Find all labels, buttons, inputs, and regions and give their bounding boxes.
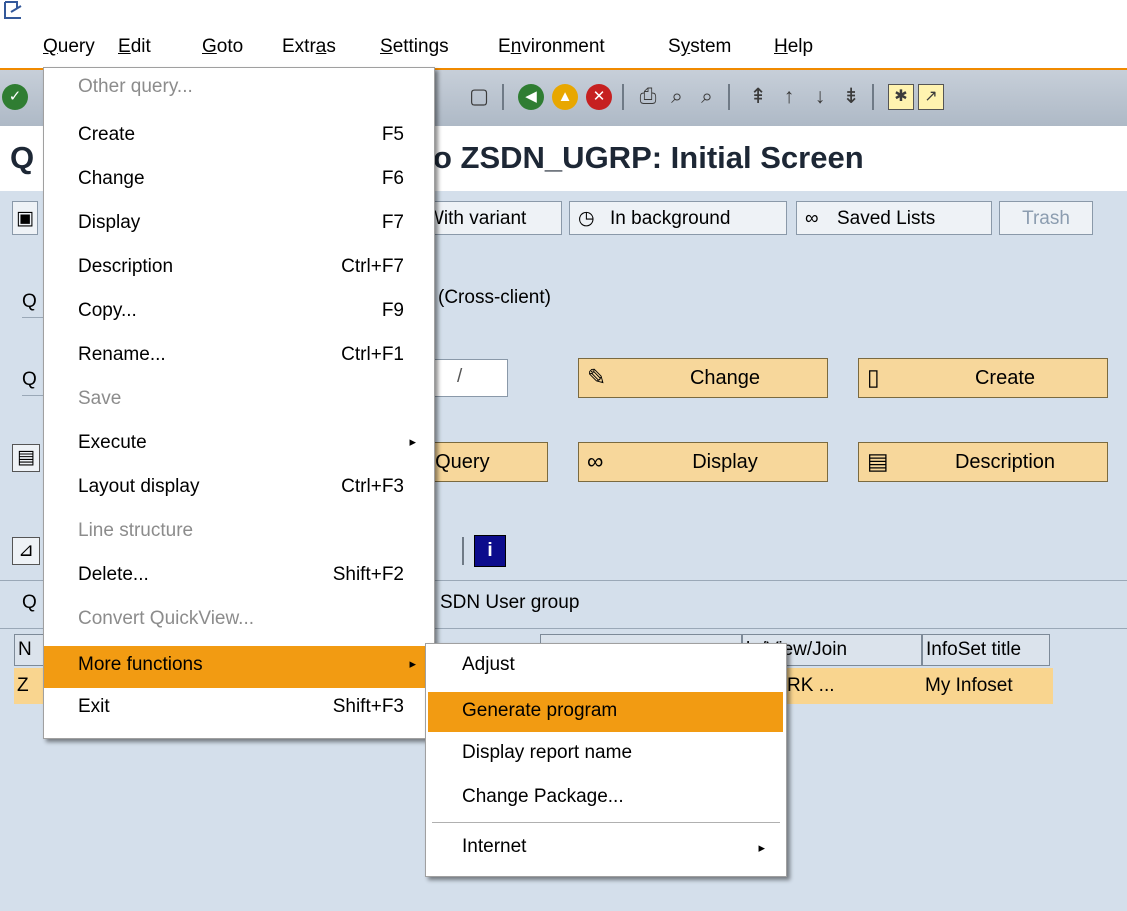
create-button[interactable]: ▯ Create: [858, 358, 1108, 398]
next-page-icon[interactable]: ↓: [807, 84, 833, 110]
menu-bar: Query Edit Goto Extras Settings Environm…: [0, 28, 1127, 65]
menu-item-more-functions[interactable]: More functions ▸: [44, 646, 434, 688]
query-menu-dropdown: Other query... Create F5 Change F6 Displ…: [43, 67, 435, 739]
submenu-item-adjust[interactable]: Adjust: [428, 646, 783, 686]
menu-help[interactable]: Help: [774, 36, 813, 58]
menu-item-layout-display[interactable]: Layout display Ctrl+F3: [44, 468, 434, 510]
in-background-button[interactable]: ◷ In background: [569, 201, 787, 235]
saved-lists-label: Saved Lists: [837, 208, 936, 229]
query-area-label: (Cross-client): [438, 287, 551, 308]
description-label: Description: [954, 451, 1056, 473]
menu-item-delete[interactable]: Delete... Shift+F2: [44, 556, 434, 598]
with-variant-button[interactable]: With variant: [420, 201, 562, 235]
query-icon[interactable]: ▤: [12, 444, 40, 472]
new-document-icon: ▯: [867, 364, 880, 390]
clock-icon: ◷: [578, 208, 595, 229]
display-button[interactable]: ∞ Display: [578, 442, 828, 482]
menu-query[interactable]: Query: [43, 36, 95, 58]
document-icon: ▤: [867, 448, 889, 474]
submenu-item-display-report-name[interactable]: Display report name: [428, 734, 783, 774]
menu-item-other-query[interactable]: Other query...: [44, 68, 434, 110]
menu-item-save[interactable]: Save: [44, 380, 434, 422]
execute-icon[interactable]: ▣: [12, 201, 38, 235]
toolbar-separator: [462, 537, 464, 565]
toolbar-separator: [728, 84, 730, 110]
page-title: o ZSDN_UGRP: Initial Screen: [433, 140, 864, 175]
print-icon[interactable]: ⎙: [635, 84, 661, 110]
menu-edit[interactable]: Edit: [118, 36, 151, 58]
table-header-name[interactable]: N: [14, 634, 44, 666]
in-background-label: In background: [610, 208, 731, 229]
sort-icon[interactable]: ⊿: [12, 537, 40, 565]
description-button[interactable]: ▤ Description: [858, 442, 1108, 482]
table-cell-infoset-title[interactable]: My Infoset: [922, 668, 1053, 704]
user-group-text: SDN User group: [440, 592, 580, 613]
find-icon[interactable]: ⌕: [664, 84, 690, 110]
system-menu-icon[interactable]: [2, 0, 24, 20]
query-input-value: /: [457, 366, 463, 387]
menu-settings[interactable]: Settings: [380, 36, 449, 58]
create-label: Create: [974, 367, 1036, 389]
menu-goto[interactable]: Goto: [202, 36, 243, 58]
menu-item-display[interactable]: Display F7: [44, 204, 434, 246]
info-icon[interactable]: i: [474, 535, 506, 567]
menu-item-rename[interactable]: Rename... Ctrl+F1: [44, 336, 434, 378]
more-functions-submenu: Adjust Generate program Display report n…: [425, 643, 787, 877]
menu-item-line-structure[interactable]: Line structure: [44, 512, 434, 554]
menu-item-description[interactable]: Description Ctrl+F7: [44, 248, 434, 290]
submenu-item-generate-program[interactable]: Generate program: [428, 692, 783, 732]
field-label: Q: [22, 291, 37, 312]
last-page-icon[interactable]: ⇟: [838, 84, 864, 110]
submenu-item-change-package[interactable]: Change Package...: [428, 778, 783, 818]
menu-item-execute[interactable]: Execute ▸: [44, 424, 434, 466]
query-input[interactable]: /: [434, 359, 508, 397]
glasses-icon: ∞: [587, 448, 604, 474]
pencil-icon: ✎: [587, 364, 607, 390]
saved-lists-button[interactable]: ∞ Saved Lists: [796, 201, 992, 235]
display-label: Display: [692, 451, 758, 473]
menu-extras[interactable]: Extras: [282, 36, 336, 58]
exit-icon[interactable]: ▲: [552, 84, 578, 110]
toolbar-separator: [872, 84, 874, 110]
first-page-icon[interactable]: ⇞: [745, 84, 771, 110]
submenu-arrow-icon: ▸: [758, 840, 765, 855]
enter-icon[interactable]: ✓: [2, 84, 28, 110]
menu-environment[interactable]: Environment: [498, 36, 605, 58]
menu-item-copy[interactable]: Copy... F9: [44, 292, 434, 334]
field-label: Q: [22, 592, 37, 613]
toolbar-separator: [502, 84, 504, 110]
menu-item-change[interactable]: Change F6: [44, 160, 434, 202]
field-label: Q: [22, 369, 37, 390]
menu-item-create[interactable]: Create F5: [44, 116, 434, 158]
back-icon[interactable]: ◀: [518, 84, 544, 110]
menu-item-exit[interactable]: Exit Shift+F3: [44, 688, 434, 730]
create-session-icon[interactable]: ✱: [888, 84, 914, 110]
menu-system[interactable]: System: [668, 36, 731, 58]
change-button[interactable]: ✎ Change: [578, 358, 828, 398]
table-header-infoset-title[interactable]: InfoSet title: [922, 634, 1050, 666]
page-title-prefix: Q: [10, 140, 35, 175]
submenu-item-internet[interactable]: Internet ▸: [428, 828, 783, 868]
find-next-icon[interactable]: ⌕: [694, 84, 720, 110]
table-cell[interactable]: RK ...: [784, 668, 923, 704]
shortcut-icon[interactable]: ↗: [918, 84, 944, 110]
submenu-arrow-icon: ▸: [409, 656, 416, 671]
menu-item-convert-quickview[interactable]: Convert QuickView...: [44, 600, 434, 642]
toolbar-separator: [622, 84, 624, 110]
previous-page-icon[interactable]: ↑: [776, 84, 802, 110]
submenu-arrow-icon: ▸: [409, 434, 416, 449]
sap-window: Query Edit Goto Extras Settings Environm…: [0, 0, 1127, 911]
cancel-icon[interactable]: ✕: [586, 84, 612, 110]
glasses-icon: ∞: [805, 208, 819, 229]
menu-separator: [432, 822, 780, 823]
execute-query-label: t Query: [424, 451, 490, 473]
change-label: Change: [689, 367, 761, 389]
save-icon[interactable]: ▢: [466, 84, 492, 110]
trash-button[interactable]: Trash: [999, 201, 1093, 235]
